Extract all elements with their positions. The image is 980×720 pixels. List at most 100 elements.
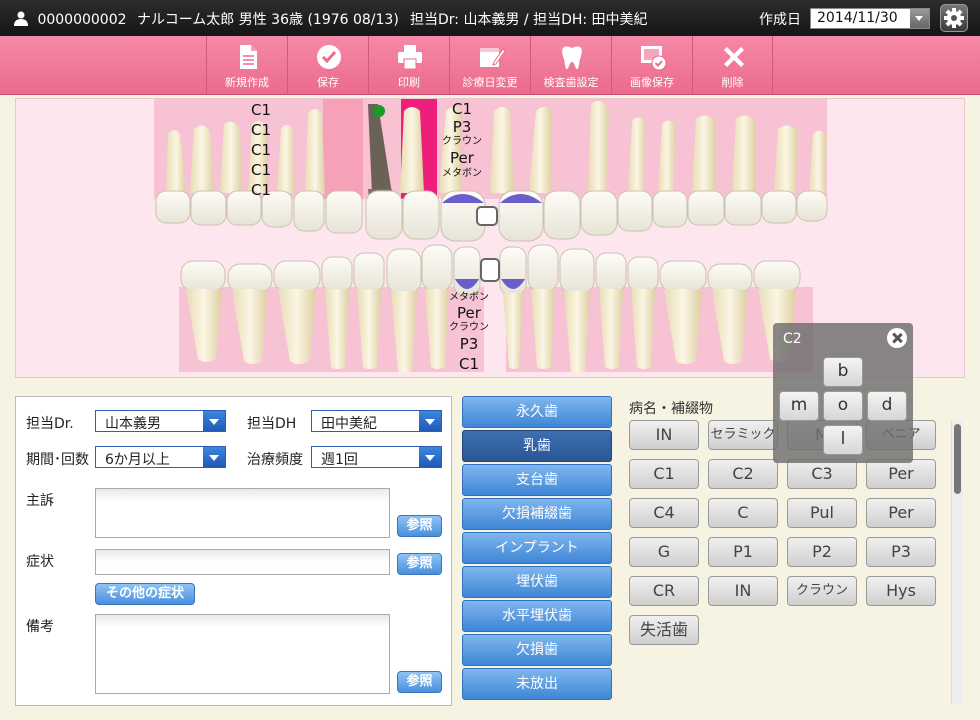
print-label: 印刷: [398, 76, 420, 89]
diagnosis-button[interactable]: Pul: [787, 498, 857, 528]
diagnosis-button[interactable]: C: [708, 498, 778, 528]
diagnosis-button[interactable]: P1: [708, 537, 778, 567]
freq-label: 治療頻度: [247, 452, 303, 468]
symptom-ref-button[interactable]: 参照: [397, 553, 442, 575]
surface-l-button[interactable]: l: [823, 425, 863, 455]
diagnosis-button[interactable]: IN: [708, 576, 778, 606]
category-abutment[interactable]: 支台歯: [462, 464, 612, 496]
diagnosis-button[interactable]: P2: [787, 537, 857, 567]
chevron-down-icon[interactable]: [419, 447, 441, 467]
patient-info: 0000000002 ナルコーム太郎 男性 36歳 (1976 08/13): [14, 9, 399, 29]
image-check-icon: [641, 46, 667, 71]
chevron-down-icon[interactable]: [910, 9, 929, 28]
new-button[interactable]: 新規作成: [206, 36, 287, 95]
diagnosis-button[interactable]: Hys: [866, 576, 936, 606]
dr-label: 担当Dr.: [26, 416, 74, 432]
surface-m-button[interactable]: m: [779, 391, 819, 421]
category-unerupted[interactable]: 未放出: [462, 668, 612, 700]
tooth-label: Per: [450, 149, 474, 167]
diagnosis-button[interactable]: C2: [708, 459, 778, 489]
delete-label: 削除: [721, 76, 744, 89]
diagnosis-button[interactable]: Per: [866, 459, 936, 489]
diagnosis-scrollbar[interactable]: [951, 420, 963, 705]
surface-b-button[interactable]: b: [823, 357, 863, 387]
category-prosthesis[interactable]: 欠損補綴歯: [462, 498, 612, 530]
category-missing[interactable]: 欠損歯: [462, 634, 612, 666]
lower-center-labels: メタボン Per クラウン P3 C1: [443, 292, 495, 374]
dh-select[interactable]: 田中美紀: [311, 410, 442, 432]
change-date-label: 診療日変更: [462, 76, 518, 89]
upper-left-labels: C1 C1 C1 C1 C1: [246, 100, 276, 200]
memo-field[interactable]: [95, 614, 390, 694]
diagnosis-button[interactable]: P3: [866, 537, 936, 567]
tooth-label: C1: [451, 100, 473, 118]
exam-tooth-button[interactable]: 検査歯設定: [530, 36, 611, 95]
chevron-down-icon[interactable]: [419, 411, 441, 431]
surface-d-button[interactable]: d: [867, 391, 907, 421]
upper-center-labels: C1 P3 クラウン Per メタボン: [436, 100, 488, 180]
memo-ref-button[interactable]: 参照: [397, 671, 442, 693]
complaint-field[interactable]: [95, 488, 390, 538]
diagnosis-title: 病名・補綴物: [629, 401, 713, 417]
save-image-button[interactable]: 画像保存: [611, 36, 692, 95]
user-icon: [14, 11, 28, 26]
diagnosis-button[interactable]: C1: [629, 459, 699, 489]
freq-value: 週1回: [321, 452, 358, 468]
dr-value: 山本義男: [105, 416, 161, 432]
diagnosis-button[interactable]: 失活歯: [629, 615, 699, 645]
surface-o-button[interactable]: o: [823, 391, 863, 421]
category-impacted[interactable]: 埋伏歯: [462, 566, 612, 598]
symptom-label: 症状: [26, 554, 54, 570]
diagnosis-button[interactable]: Per: [866, 498, 936, 528]
header-bar: 0000000002 ナルコーム太郎 男性 36歳 (1976 08/13) 担…: [0, 0, 980, 36]
complaint-ref-button[interactable]: 参照: [397, 515, 442, 537]
created-date-label: 作成日: [759, 12, 801, 28]
tooth-icon: [562, 46, 582, 69]
diagnosis-button[interactable]: クラウン: [787, 576, 857, 606]
tooth-label: C1: [250, 181, 272, 199]
tooth-label: P3: [459, 335, 479, 353]
category-horizontal-impacted[interactable]: 水平埋伏歯: [462, 600, 612, 632]
tooth-label: Per: [457, 304, 481, 322]
tooth-label: P3: [452, 118, 472, 136]
staff-info: 担当Dr: 山本義男 / 担当DH: 田中美紀: [410, 12, 648, 28]
save-button[interactable]: 保存: [287, 36, 368, 95]
symptom-field[interactable]: [95, 549, 390, 575]
other-symptom-button[interactable]: その他の症状: [95, 583, 195, 605]
print-button[interactable]: 印刷: [368, 36, 449, 95]
chevron-down-icon[interactable]: [203, 447, 225, 467]
complaint-label: 主訴: [26, 493, 54, 509]
category-permanent[interactable]: 永久歯: [462, 396, 612, 428]
patient-id: 0000000002: [37, 12, 127, 28]
tooth-label: メタボン: [442, 168, 482, 179]
new-label: 新規作成: [225, 76, 269, 89]
category-implant[interactable]: インプラント: [462, 532, 612, 564]
change-date-button[interactable]: 診療日変更: [449, 36, 530, 95]
chevron-down-icon[interactable]: [203, 411, 225, 431]
close-icon[interactable]: [887, 328, 907, 348]
tooth-label: C1: [458, 355, 480, 373]
close-icon: [724, 47, 744, 67]
diagnosis-button[interactable]: C3: [787, 459, 857, 489]
category-primary[interactable]: 乳歯: [462, 430, 612, 462]
gear-icon: [944, 8, 964, 28]
delete-button[interactable]: 削除: [692, 36, 773, 95]
diagnosis-button[interactable]: セラミック: [708, 420, 778, 450]
form-panel: 担当Dr. 山本義男 担当DH 田中美紀 期間･回数 6か月以上 治療頻度 週1…: [15, 396, 452, 706]
surface-popup: C2 b m o d l: [773, 323, 913, 463]
freq-select[interactable]: 週1回: [311, 446, 442, 468]
toolbar: 新規作成 保存 印刷 診療日変更 検査歯設定 画像保存 削除: [0, 36, 980, 95]
tooth-label: C1: [250, 161, 272, 179]
dr-select[interactable]: 山本義男: [95, 410, 226, 432]
diagnosis-button[interactable]: CR: [629, 576, 699, 606]
scrollbar-thumb[interactable]: [954, 424, 961, 494]
diagnosis-button[interactable]: G: [629, 537, 699, 567]
period-select[interactable]: 6か月以上: [95, 446, 226, 468]
diagnosis-button[interactable]: C4: [629, 498, 699, 528]
tooth-label: クラウン: [449, 322, 489, 333]
created-date-select[interactable]: 2014/11/30: [810, 8, 930, 29]
memo-label: 備考: [26, 619, 54, 635]
settings-button[interactable]: [940, 4, 968, 32]
dh-value: 田中美紀: [321, 416, 377, 432]
diagnosis-button[interactable]: IN: [629, 420, 699, 450]
